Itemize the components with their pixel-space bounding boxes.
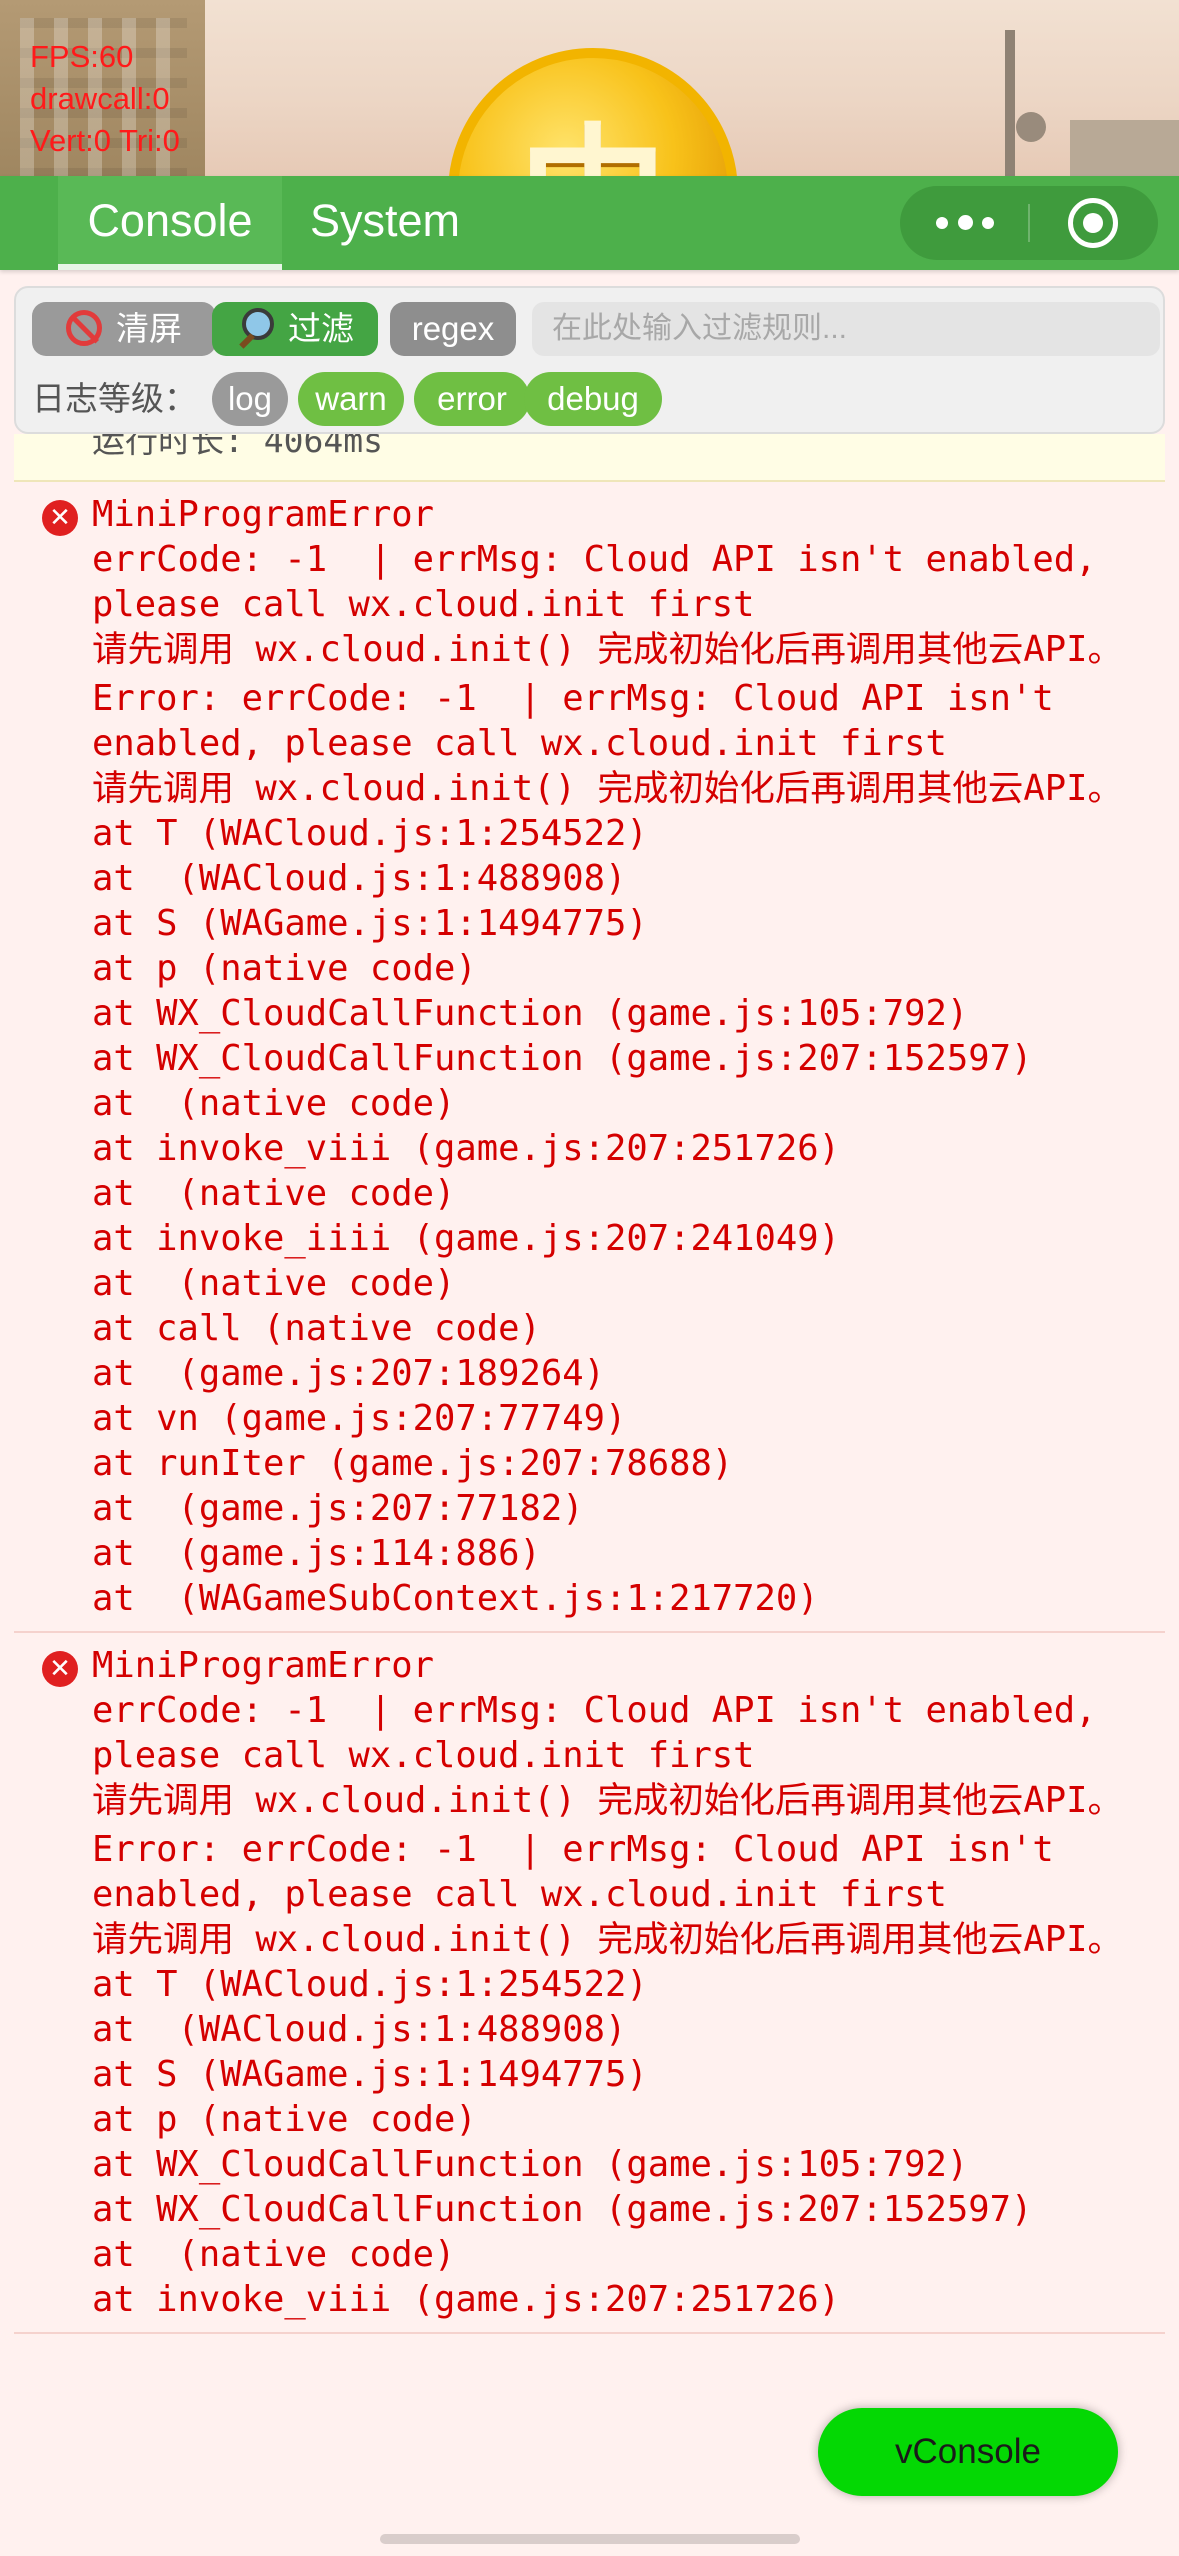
vconsole-tabbar: Console System (0, 176, 1179, 270)
stack-line: at invoke_viii (game.js:207:251726) (92, 1128, 841, 1169)
stack-line: at (game.js:207:77182) (92, 1488, 584, 1529)
filter-input[interactable] (532, 302, 1160, 356)
fps-readout: FPS:60 (30, 39, 134, 74)
vert-readout: Vert:0 Tri:0 (30, 123, 180, 158)
regex-toggle[interactable]: regex (390, 302, 516, 356)
magnifier-icon (236, 308, 274, 346)
stack-line: at (native code) (92, 2234, 456, 2275)
log-list[interactable]: 运行时长: 4064ms ✕ MiniProgramError errCode:… (14, 434, 1165, 2556)
level-debug-chip[interactable]: debug (524, 372, 662, 426)
level-log-chip[interactable]: log (212, 372, 288, 426)
gold-coin-logo: 中 (448, 48, 738, 180)
filter-label: 过滤 (288, 310, 354, 347)
stack-line: at runIter (game.js:207:78688) (92, 1443, 734, 1484)
error-x-icon: ✕ (42, 500, 78, 536)
stack-line: at (game.js:207:189264) (92, 1353, 605, 1394)
more-dots-icon[interactable] (936, 215, 996, 231)
stack-line: at invoke_viii (game.js:207:251726) (92, 2279, 841, 2320)
perf-stats: FPS:60 drawcall:0 Vert:0 Tri:0 (30, 36, 180, 162)
stack-line: at (WACloud.js:1:488908) (92, 858, 627, 899)
error-detail-cn: 请先调用 wx.cloud.init() 完成初始化后再调用其他云API。 (92, 768, 1123, 809)
vconsole-toggle-button[interactable]: vConsole (818, 2408, 1118, 2496)
stack-line: at T (WACloud.js:1:254522) (92, 1964, 648, 2005)
tower-dish (1016, 112, 1046, 142)
stack-line: at (native code) (92, 1173, 456, 1214)
miniprogram-capsule (900, 186, 1158, 260)
stack-line: at p (native code) (92, 2099, 477, 2140)
stack-line: at (native code) (92, 1083, 456, 1124)
log-info-row: 运行时长: 4064ms (14, 434, 1165, 482)
coin-glyph: 中 (458, 76, 728, 180)
stack-line: at (game.js:114:886) (92, 1533, 541, 1574)
no-entry-icon (66, 310, 102, 346)
log-error-entry[interactable]: ✕ MiniProgramError errCode: -1 | errMsg:… (14, 482, 1165, 1633)
log-info-text: 运行时长: 4064ms (92, 434, 383, 460)
error-message-cn: 请先调用 wx.cloud.init() 完成初始化后再调用其他云API。 (92, 1780, 1123, 1821)
drawcall-readout: drawcall:0 (30, 81, 170, 116)
stack-line: at WX_CloudCallFunction (game.js:207:152… (92, 1038, 1033, 1079)
stack-line: at invoke_iiii (game.js:207:241049) (92, 1218, 841, 1259)
error-message: errCode: -1 | errMsg: Cloud API isn't en… (92, 1690, 1118, 1776)
stack-line: at WX_CloudCallFunction (game.js:207:152… (92, 2189, 1033, 2230)
stack-line: at call (native code) (92, 1308, 541, 1349)
stack-line: at (native code) (92, 1263, 456, 1304)
target-icon[interactable] (1068, 198, 1118, 248)
level-warn-chip[interactable]: warn (298, 372, 404, 426)
error-x-icon: ✕ (42, 1651, 78, 1687)
log-error-entry[interactable]: ✕ MiniProgramError errCode: -1 | errMsg:… (14, 1633, 1165, 2334)
stack-line: at S (WAGame.js:1:1494775) (92, 903, 648, 944)
tab-console[interactable]: Console (58, 176, 282, 270)
log-level-label: 日志等级： (32, 380, 197, 417)
stack-line: at WX_CloudCallFunction (game.js:105:792… (92, 2144, 969, 2185)
clear-label: 清屏 (116, 310, 182, 347)
stack-line: at (WAGameSubContext.js:1:217720) (92, 1578, 819, 1619)
error-detail: Error: errCode: -1 | errMsg: Cloud API i… (92, 1829, 1076, 1915)
home-indicator (380, 2534, 800, 2544)
error-type: MiniProgramError (92, 494, 434, 535)
stack-line: at WX_CloudCallFunction (game.js:105:792… (92, 993, 969, 1034)
stack-line: at T (WACloud.js:1:254522) (92, 813, 648, 854)
antenna-tower (1005, 30, 1015, 180)
stack-line: at p (native code) (92, 948, 477, 989)
tab-system[interactable]: System (290, 176, 480, 270)
error-detail-cn: 请先调用 wx.cloud.init() 完成初始化后再调用其他云API。 (92, 1919, 1123, 1960)
stack-line: at vn (game.js:207:77749) (92, 1398, 627, 1439)
console-toolbar: 清屏 过滤 regex 日志等级： log warn error debug (14, 286, 1165, 434)
stack-line: at S (WAGame.js:1:1494775) (92, 2054, 648, 2095)
error-message-cn: 请先调用 wx.cloud.init() 完成初始化后再调用其他云API。 (92, 629, 1123, 670)
building-right (1070, 120, 1179, 180)
filter-button[interactable]: 过滤 (212, 302, 378, 356)
error-type: MiniProgramError (92, 1645, 434, 1686)
game-background: 中 FPS:60 drawcall:0 Vert:0 Tri:0 (0, 0, 1179, 180)
capsule-divider (1028, 204, 1030, 242)
error-detail: Error: errCode: -1 | errMsg: Cloud API i… (92, 678, 1076, 764)
level-error-chip[interactable]: error (414, 372, 530, 426)
clear-button[interactable]: 清屏 (32, 302, 216, 356)
stack-line: at (WACloud.js:1:488908) (92, 2009, 627, 2050)
error-message: errCode: -1 | errMsg: Cloud API isn't en… (92, 539, 1118, 625)
